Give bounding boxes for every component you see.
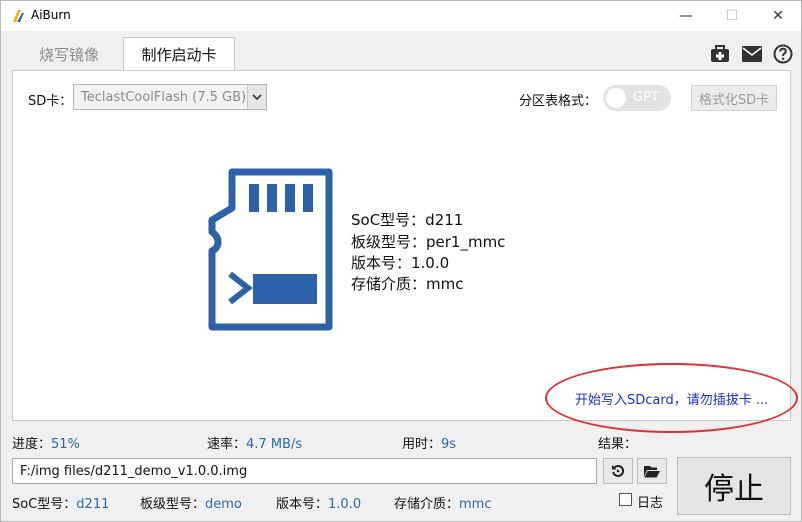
tab-burn-image[interactable]: 烧写镜像 bbox=[23, 39, 115, 70]
close-button[interactable]: ✕ bbox=[755, 1, 801, 31]
maximize-button[interactable]: ☐ bbox=[709, 1, 755, 31]
footer-storage-value: mmc bbox=[459, 497, 492, 512]
tab-make-boot-card[interactable]: 制作启动卡 bbox=[123, 37, 235, 71]
result-label: 结果： bbox=[598, 437, 638, 452]
info-version: 版本号：1.0.0 bbox=[351, 254, 450, 272]
mail-icon[interactable] bbox=[741, 43, 763, 65]
first-aid-kit-icon[interactable] bbox=[709, 43, 731, 65]
folder-open-icon bbox=[644, 465, 660, 477]
time-label: 用时： bbox=[402, 437, 442, 452]
rate-value: 4.7 MB/s bbox=[246, 437, 303, 452]
aiburn-window: AiBurn — ☐ ✕ 烧写镜像 制作启动卡 SD卡： TeclastCool bbox=[0, 0, 802, 522]
stop-button[interactable]: 停止 bbox=[677, 457, 791, 515]
footer-board-label: 板级型号： bbox=[140, 497, 206, 512]
minimize-button[interactable]: — bbox=[663, 1, 709, 31]
image-path-field[interactable]: F:/img files/d211_demo_v1.0.0.img bbox=[12, 458, 597, 484]
toggle-knob bbox=[606, 88, 626, 108]
footer-board: 板级型号：demo bbox=[140, 493, 242, 512]
sd-card-icon bbox=[208, 168, 333, 331]
app-logo-icon bbox=[13, 10, 24, 22]
reload-button[interactable] bbox=[603, 458, 633, 484]
footer-storage-label: 存储介质： bbox=[394, 497, 460, 512]
footer-version-label: 版本号： bbox=[276, 497, 329, 512]
highlight-ellipse bbox=[545, 363, 798, 433]
footer-soc: SoC型号：d211 bbox=[12, 493, 109, 512]
footer-version-value: 1.0.0 bbox=[328, 497, 362, 512]
toggle-text: GPT bbox=[633, 90, 659, 105]
image-path-value: F:/img files/d211_demo_v1.0.0.img bbox=[20, 464, 248, 479]
footer-version: 版本号：1.0.0 bbox=[276, 493, 361, 512]
progress-label: 进度： bbox=[12, 437, 52, 452]
progress-stat: 进度：51% bbox=[12, 433, 80, 452]
partition-format-label: 分区表格式： bbox=[519, 94, 598, 109]
progress-value: 51% bbox=[51, 437, 80, 452]
rate-label: 速率： bbox=[207, 437, 247, 452]
log-label: 日志 bbox=[637, 496, 664, 511]
footer-soc-label: SoC型号： bbox=[12, 497, 77, 512]
open-folder-button[interactable] bbox=[637, 458, 667, 484]
chevron-down-icon[interactable] bbox=[247, 85, 266, 109]
info-board: 板级型号：per1_mmc bbox=[351, 233, 506, 251]
result-stat: 结果： bbox=[598, 433, 637, 452]
partition-format-toggle[interactable]: GPT bbox=[603, 85, 671, 111]
sd-card-select-value: TeclastCoolFlash (7.5 GB) bbox=[81, 90, 247, 105]
title-bar: AiBurn — ☐ ✕ bbox=[1, 1, 801, 31]
time-value: 9s bbox=[441, 437, 457, 452]
reload-icon bbox=[612, 465, 625, 477]
main-panel: SD卡： TeclastCoolFlash (7.5 GB) 分区表格式： GP… bbox=[12, 70, 798, 433]
log-checkbox[interactable] bbox=[619, 493, 632, 506]
format-sd-button[interactable]: 格式化SD卡 bbox=[691, 85, 777, 111]
help-icon[interactable] bbox=[772, 43, 794, 65]
footer-soc-value: d211 bbox=[76, 497, 110, 512]
info-soc: SoC型号：d211 bbox=[351, 211, 464, 229]
time-stat: 用时：9s bbox=[402, 433, 456, 452]
window-title: AiBurn bbox=[31, 8, 71, 22]
rate-stat: 速率：4.7 MB/s bbox=[207, 433, 302, 452]
info-storage: 存储介质：mmc bbox=[351, 275, 464, 293]
footer-storage: 存储介质：mmc bbox=[394, 493, 492, 512]
sd-card-label: SD卡： bbox=[28, 94, 73, 109]
sd-card-select[interactable]: TeclastCoolFlash (7.5 GB) bbox=[73, 84, 267, 110]
footer-board-value: demo bbox=[205, 497, 242, 512]
